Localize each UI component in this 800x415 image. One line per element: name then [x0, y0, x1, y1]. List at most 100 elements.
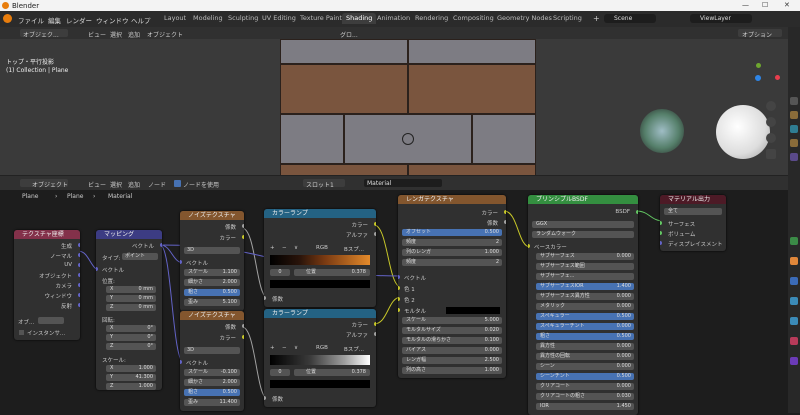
node-socket[interactable]	[636, 210, 638, 214]
node-header[interactable]: ノイズテクスチャ	[180, 211, 244, 220]
node-header[interactable]: マテリアル出力	[660, 195, 726, 204]
minimize-button[interactable]: —	[742, 1, 749, 9]
breadcrumb-material[interactable]: Material	[108, 193, 132, 200]
node-socket[interactable]	[180, 260, 182, 264]
node-header[interactable]: カラーランプ	[264, 309, 376, 318]
tab-geometry-nodes[interactable]: Geometry Nodes	[493, 13, 556, 24]
ramp-menu-button[interactable]: ∨	[294, 245, 298, 251]
node-header[interactable]: プリンシプルBSDF	[528, 195, 638, 204]
bsdf-param-field[interactable]: 粗さ 0.500	[536, 333, 634, 340]
node-header[interactable]: ノイズテクスチャ	[180, 311, 244, 320]
brick-param-field[interactable]: 列の高さ 1.000	[402, 367, 502, 374]
scene-tab-icon[interactable]	[790, 153, 798, 161]
node-socket[interactable]	[78, 303, 80, 307]
tab-compositing[interactable]: Compositing	[449, 13, 498, 24]
mortar-color-swatch[interactable]	[446, 307, 500, 314]
node-menu-node[interactable]: ノード	[148, 180, 166, 189]
object-tab-icon[interactable]	[790, 257, 798, 265]
bsdf-param-field[interactable]: IOR 1.450	[536, 403, 634, 410]
material-slot-dropdown[interactable]: スロット1	[303, 179, 345, 189]
noise-param-field[interactable]: 粗さ 0.500	[184, 389, 240, 396]
mapping-loc-field[interactable]: X 0 mm	[106, 286, 156, 293]
menu-file[interactable]: ファイル	[18, 15, 44, 25]
mapping-loc-field[interactable]: Z 0 mm	[106, 304, 156, 311]
subsurface-method-dropdown[interactable]: ランダムウォーク	[532, 231, 634, 238]
stop-position-field[interactable]: 位置 0.378	[294, 369, 370, 376]
mapping-scl-field[interactable]: X 1.000	[106, 365, 156, 372]
output-tab-icon[interactable]	[790, 125, 798, 133]
node-socket[interactable]	[242, 235, 244, 239]
tab-sculpting[interactable]: Sculpting	[224, 13, 262, 24]
options-dropdown[interactable]: オプション	[738, 29, 782, 39]
node-socket[interactable]	[78, 263, 80, 267]
brick-param-field[interactable]: モルタルサイズ 0.020	[402, 327, 502, 334]
noise-param-field[interactable]: 歪み 11.400	[184, 399, 240, 406]
noise-param-field[interactable]: 細かさ 2.000	[184, 379, 240, 386]
tab-scripting[interactable]: Scripting	[549, 13, 586, 24]
grid-toggle-icon[interactable]	[766, 149, 776, 159]
node-header[interactable]: マッピング	[96, 230, 162, 239]
brick-param-field[interactable]: バイアス 0.000	[402, 347, 502, 354]
modifier-tab-icon[interactable]	[790, 277, 798, 285]
color-mode[interactable]: RGB	[316, 345, 328, 351]
node-socket[interactable]	[374, 232, 376, 236]
brick-param-field[interactable]: 頻度 2	[402, 239, 502, 246]
menu-edit[interactable]: 編集	[48, 15, 61, 25]
node-socket[interactable]	[398, 308, 400, 312]
mapping-scl-field[interactable]: Z 1.000	[106, 383, 156, 390]
node-noise-texture-2[interactable]: ノイズテクスチャ 係数 カラー 3D ベクトル スケール -0.100 細かさ 2.0…	[180, 311, 244, 411]
tab-rendering[interactable]: Rendering	[411, 13, 452, 24]
node-socket[interactable]	[374, 322, 376, 326]
noise-param-field[interactable]: スケール 1.100	[184, 269, 240, 276]
dimensions-dropdown[interactable]: 3D	[184, 247, 240, 254]
node-socket[interactable]	[528, 244, 530, 248]
bsdf-param-field[interactable]: クリアコートの粗さ 0.030	[536, 393, 634, 400]
object-field[interactable]	[38, 317, 64, 324]
render-target-dropdown[interactable]: 全て	[664, 208, 722, 215]
mapping-loc-field[interactable]: Y 0 mm	[106, 295, 156, 302]
bsdf-param-field[interactable]: サブサーフェス 0.000	[536, 253, 634, 260]
stop-index[interactable]: 0	[270, 269, 290, 276]
gizmo-y-icon[interactable]	[756, 63, 761, 68]
node-socket[interactable]	[242, 324, 244, 328]
interaction-mode-dropdown[interactable]: オブジェク...	[20, 29, 68, 39]
menu-window[interactable]: ウィンドウ	[96, 15, 129, 25]
color-ramp-gradient[interactable]	[270, 255, 370, 265]
node-header[interactable]: カラーランプ	[264, 209, 376, 218]
node-socket[interactable]	[78, 293, 80, 297]
close-button[interactable]: ✕	[784, 1, 790, 9]
material-tab-icon[interactable]	[790, 337, 798, 345]
bsdf-param-field[interactable]: サブサーフェスIOR 1.400	[536, 283, 634, 290]
brick-param-field[interactable]: オフセット 0.500	[402, 229, 502, 236]
node-socket[interactable]	[264, 396, 266, 400]
node-material-output[interactable]: マテリアル出力 全て サーフェス ボリューム ディスプレイスメント	[660, 195, 726, 251]
brick-param-field[interactable]: 列のレンガ 1.000	[402, 249, 502, 256]
bsdf-param-field[interactable]: 異方性 0.000	[536, 343, 634, 350]
instancer-checkbox[interactable]	[19, 330, 24, 335]
node-canvas[interactable]: テクスチャ座標 生成 ノーマル UV オブジェクト カメラ ウィンドウ 反射 オ…	[0, 195, 788, 415]
tab-animation[interactable]: Animation	[373, 13, 414, 24]
bsdf-param-field[interactable]: サブサーフェス範囲	[536, 263, 634, 270]
mapping-rot-field[interactable]: Y 0°	[106, 334, 156, 341]
tab-texture-paint[interactable]: Texture Paint	[296, 13, 346, 24]
bsdf-param-field[interactable]: 異方性の回転 0.000	[536, 353, 634, 360]
breadcrumb-object[interactable]: Plane	[22, 193, 38, 200]
world-tab-icon[interactable]	[790, 237, 798, 245]
gizmo-x-icon[interactable]	[775, 75, 780, 80]
3d-viewport[interactable]: トップ・平行投影 (1) Collection | Plane	[0, 39, 788, 175]
maximize-button[interactable]: ☐	[762, 1, 768, 9]
noise-param-field[interactable]: 粗さ 0.500	[184, 289, 240, 296]
noise-param-field[interactable]: 歪み 5.100	[184, 299, 240, 306]
distribution-dropdown[interactable]: GGX	[532, 221, 634, 228]
bsdf-param-field[interactable]: シーンチント 0.500	[536, 373, 634, 380]
stop-position-field[interactable]: 位置 0.378	[294, 269, 370, 276]
node-menu-select[interactable]: 選択	[110, 180, 122, 189]
stop-color-swatch[interactable]	[270, 380, 370, 388]
node-texture-coordinate[interactable]: テクスチャ座標 生成 ノーマル UV オブジェクト カメラ ウィンドウ 反射 オ…	[14, 230, 80, 340]
node-socket[interactable]	[264, 296, 266, 300]
tab-shading[interactable]: Shading	[342, 13, 377, 24]
mapping-rot-field[interactable]: Z 0°	[106, 343, 156, 350]
viewlayer-selector[interactable]: ViewLayer	[690, 14, 752, 23]
gizmo-z-icon[interactable]	[755, 75, 761, 81]
node-menu-view[interactable]: ビュー	[88, 180, 106, 189]
